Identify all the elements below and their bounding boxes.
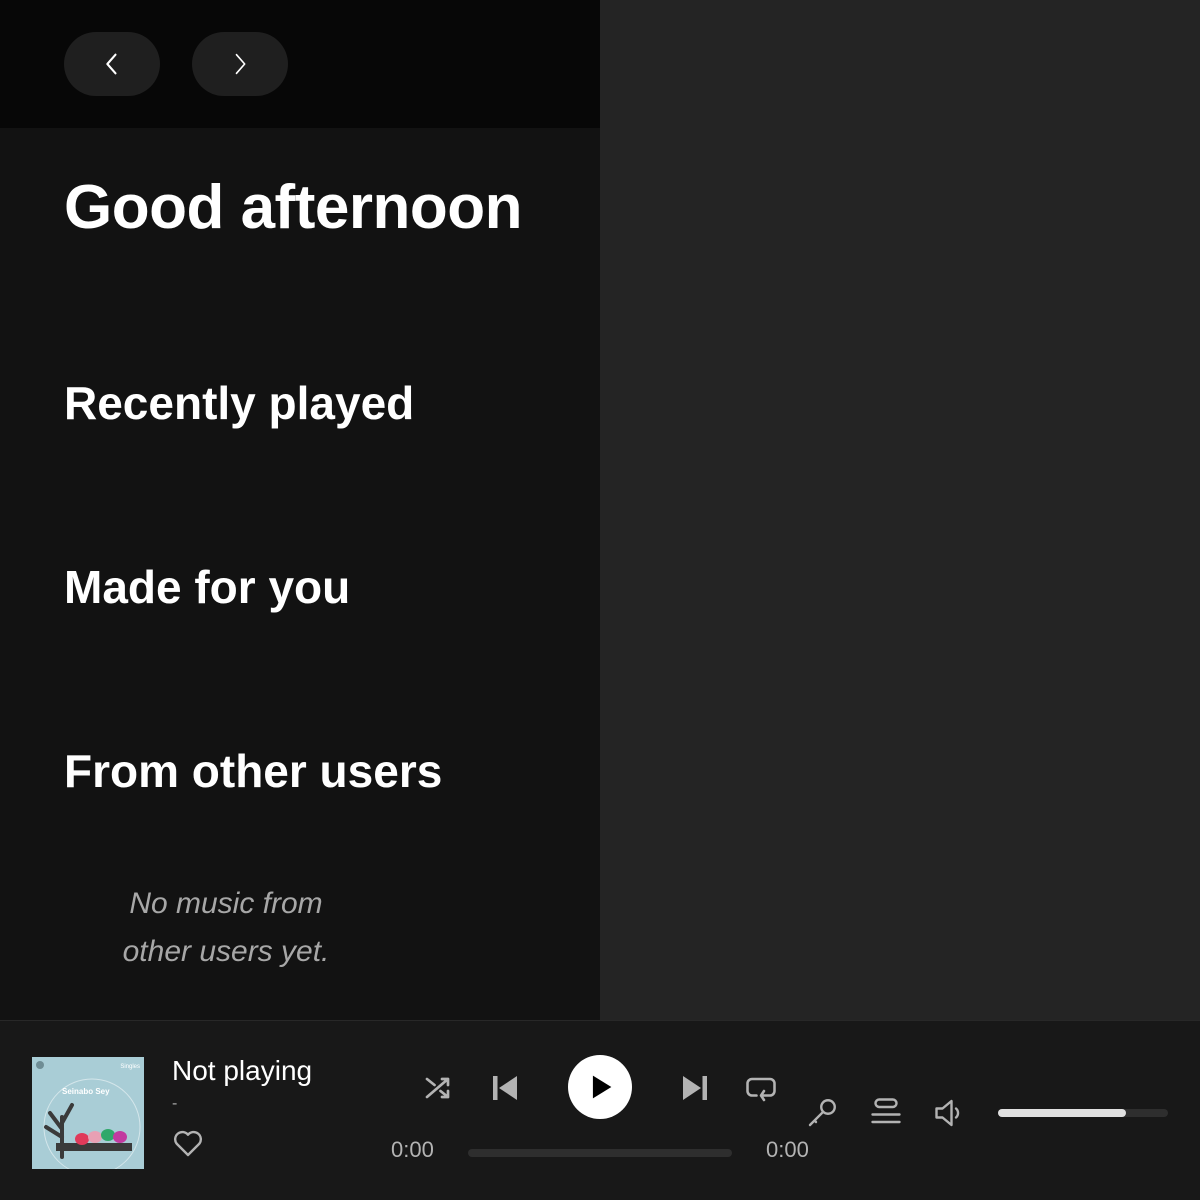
track-title: Not playing xyxy=(172,1055,313,1086)
page-title: Good afternoon xyxy=(64,173,522,242)
repeat-icon xyxy=(746,1077,776,1102)
progress-slider[interactable] xyxy=(468,1149,732,1157)
volume-icon xyxy=(935,1099,960,1127)
play-button[interactable] xyxy=(568,1055,632,1119)
shuffle-icon xyxy=(425,1077,450,1099)
microphone-icon xyxy=(808,1099,836,1127)
spotify-logo-icon xyxy=(36,1061,44,1069)
shuffle-button[interactable] xyxy=(418,1067,460,1109)
queue-icon xyxy=(871,1098,901,1124)
volume-fill xyxy=(998,1109,1126,1117)
side-panel xyxy=(600,0,1200,1020)
cover-badge-text: Singles xyxy=(120,1064,140,1070)
album-cover-art: Singles Seinabo Sey xyxy=(32,1057,144,1169)
section-title-made-for-you: Made for you xyxy=(64,561,351,613)
section-title-recently-played: Recently played xyxy=(64,377,415,429)
section-title-from-other-users: From other users xyxy=(64,745,443,797)
chevron-right-icon xyxy=(235,53,246,75)
empty-state-message: No music from other users yet. xyxy=(100,880,352,976)
top-bar xyxy=(0,0,600,128)
empty-state-line-1: No music from xyxy=(129,887,323,920)
chevron-left-icon xyxy=(106,53,117,75)
queue-button[interactable] xyxy=(866,1093,906,1133)
play-icon xyxy=(592,1075,612,1099)
volume-slider[interactable] xyxy=(998,1109,1168,1117)
home-view: Good afternoon Recently played Made for … xyxy=(0,0,600,1020)
previous-icon xyxy=(493,1076,517,1100)
repeat-button[interactable] xyxy=(740,1067,782,1109)
cover-artist-text: Seinabo Sey xyxy=(62,1087,110,1096)
forward-button[interactable] xyxy=(192,32,288,96)
heart-icon xyxy=(174,1130,202,1157)
back-button[interactable] xyxy=(64,32,160,96)
track-artist: - xyxy=(172,1095,178,1112)
previous-button[interactable] xyxy=(484,1067,526,1109)
current-time: 0:00 xyxy=(391,1137,434,1162)
track-duration: 0:00 xyxy=(766,1137,809,1162)
next-icon xyxy=(683,1076,707,1100)
next-button[interactable] xyxy=(674,1067,716,1109)
like-button[interactable] xyxy=(170,1125,206,1161)
volume-button[interactable] xyxy=(930,1093,970,1133)
empty-state-line-2: other users yet. xyxy=(122,935,330,968)
lyrics-button[interactable] xyxy=(802,1093,842,1133)
album-cover[interactable]: Singles Seinabo Sey xyxy=(32,1057,144,1169)
player-bar: Singles Seinabo Sey Not playing - 0:00 0… xyxy=(0,1020,1200,1200)
